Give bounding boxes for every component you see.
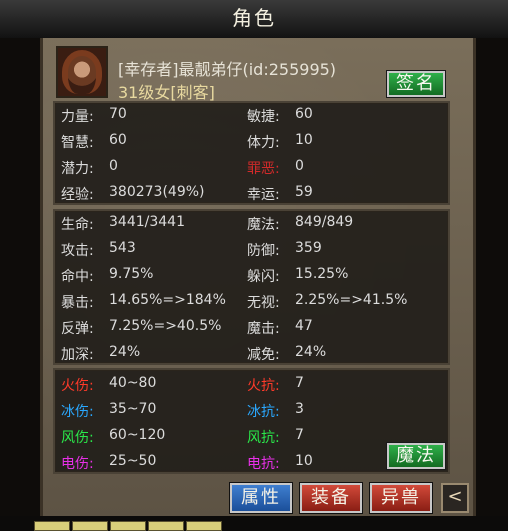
stat-value-mp: 849/849 [295, 214, 354, 230]
stat-label-mp: 魔法: [247, 217, 280, 233]
avatar [56, 46, 108, 98]
stat-value-luck: 59 [295, 184, 313, 200]
stat-value-dodge: 15.25% [295, 266, 349, 282]
stat-value-defense: 359 [295, 240, 322, 256]
stat-value-wind-damage: 60~120 [109, 427, 166, 443]
stat-label-wind-resist: 风抗: [247, 430, 280, 446]
page-title: 角色 [232, 6, 276, 30]
stat-label-magic-attack: 魔击: [247, 321, 280, 337]
back-arrow-icon[interactable]: < [441, 483, 469, 513]
stat-value-ice-resist: 3 [295, 401, 304, 417]
stat-label-fire-resist: 火抗: [247, 378, 280, 394]
stat-label-attack: 攻击: [61, 243, 94, 259]
stat-label-experience: 经验: [61, 187, 94, 203]
sign-button[interactable]: 签名 [386, 70, 446, 98]
bottom-slot [148, 521, 184, 531]
stat-label-deepen: 加深: [61, 347, 94, 363]
stat-value-magic-attack: 47 [295, 318, 313, 334]
character-name: [幸存者]最靓弟仔(id:255995) [118, 60, 337, 79]
stat-value-wisdom: 60 [109, 132, 127, 148]
stat-label-crit: 暴击: [61, 295, 94, 311]
stat-value-reduce: 24% [295, 344, 327, 360]
tab-attributes[interactable]: 属性 [229, 482, 293, 514]
stat-value-reflect: 7.25%=>40.5% [109, 318, 222, 334]
stat-label-electric-damage: 电伤: [61, 456, 94, 472]
stat-value-attack: 543 [109, 240, 136, 256]
stat-value-deepen: 24% [109, 344, 141, 360]
stat-label-fire-damage: 火伤: [61, 378, 94, 394]
stat-label-hp: 生命: [61, 217, 94, 233]
avatar-hair [62, 50, 102, 94]
stat-value-crit: 14.65%=>184% [109, 292, 226, 308]
stat-label-ice-resist: 冰抗: [247, 404, 280, 420]
stat-label-wisdom: 智慧: [61, 135, 94, 151]
bottom-slot [34, 521, 70, 531]
stat-value-strength: 70 [109, 106, 127, 122]
stat-value-electric-resist: 10 [295, 453, 313, 469]
stat-value-agility: 60 [295, 106, 313, 122]
stat-label-reduce: 减免: [247, 347, 280, 363]
bottom-slot [110, 521, 146, 531]
stat-value-experience: 380273(49%) [109, 184, 205, 200]
bottom-slot [186, 521, 222, 531]
stat-value-stamina: 10 [295, 132, 313, 148]
stat-label-wind-damage: 风伤: [61, 430, 94, 446]
tab-beast[interactable]: 异兽 [369, 482, 433, 514]
stat-value-potential: 0 [109, 158, 118, 174]
left-border [0, 38, 40, 516]
stat-value-fire-resist: 7 [295, 375, 304, 391]
stat-label-dodge: 躲闪: [247, 269, 280, 285]
stat-label-luck: 幸运: [247, 187, 280, 203]
stat-label-stamina: 体力: [247, 135, 280, 151]
stat-label-crime: 罪恶: [247, 161, 280, 177]
stat-value-ignore: 2.25%=>41.5% [295, 292, 408, 308]
stat-label-reflect: 反弹: [61, 321, 94, 337]
stat-label-strength: 力量: [61, 109, 94, 125]
stat-label-potential: 潜力: [61, 161, 94, 177]
stat-value-hit: 9.75% [109, 266, 154, 282]
stat-label-agility: 敏捷: [247, 109, 280, 125]
bottom-slot [72, 521, 108, 531]
stat-value-wind-resist: 7 [295, 427, 304, 443]
stat-label-electric-resist: 电抗: [247, 456, 280, 472]
stat-value-ice-damage: 35~70 [109, 401, 157, 417]
stat-label-ice-damage: 冰伤: [61, 404, 94, 420]
stat-value-hp: 3441/3441 [109, 214, 185, 230]
stat-label-ignore: 无视: [247, 295, 280, 311]
stat-value-electric-damage: 25~50 [109, 453, 157, 469]
magic-button[interactable]: 魔法 [386, 442, 446, 470]
stat-value-fire-damage: 40~80 [109, 375, 157, 391]
stat-label-defense: 防御: [247, 243, 280, 259]
tab-equipment[interactable]: 装备 [299, 482, 363, 514]
stat-label-hit: 命中: [61, 269, 94, 285]
character-level: 31级女[刺客] [118, 83, 215, 102]
stat-value-crime: 0 [295, 158, 304, 174]
